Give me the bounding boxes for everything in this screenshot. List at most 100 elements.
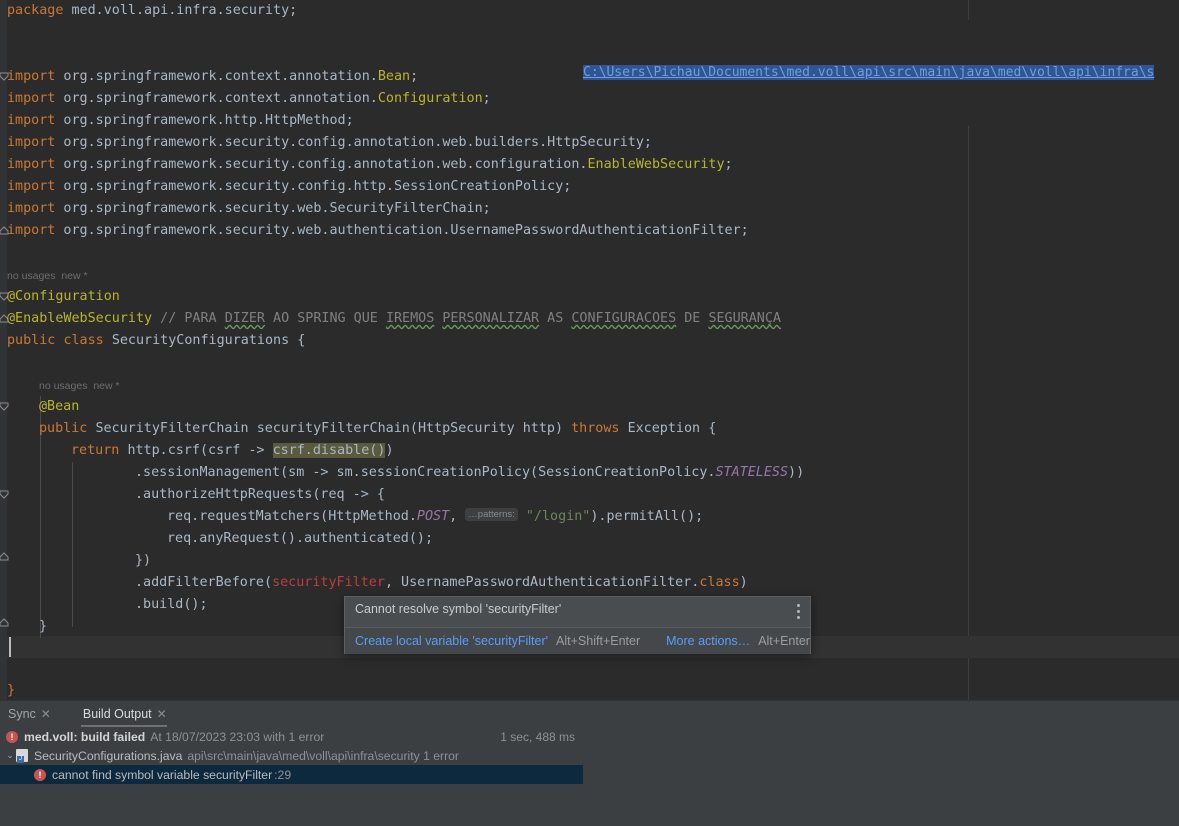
tab-sync-label: Sync xyxy=(8,707,36,721)
exception-type: Exception xyxy=(627,421,701,436)
build-file-name: SecurityConfigurations.java xyxy=(34,748,183,763)
import-symbol: EnableWebSecurity xyxy=(587,157,725,172)
code-line-annotation-bean: @Bean xyxy=(39,396,79,418)
create-local-variable-action[interactable]: Create local variable 'securityFilter' xyxy=(355,634,548,648)
param-name: http xyxy=(522,421,555,436)
tool-window-tabs: Sync ✕ Build Output ✕ xyxy=(0,701,1179,727)
keyword-return: return xyxy=(71,443,120,458)
inlay-usage-hint-method[interactable]: no usages new * xyxy=(39,379,120,393)
return-type: SecurityFilterChain xyxy=(95,421,249,436)
inlay-new: new * xyxy=(93,380,120,392)
close-icon[interactable]: ✕ xyxy=(41,708,51,720)
console-line-path[interactable]: C:\Users\Pichau\Documents\med.voll\api\s… xyxy=(583,62,1179,83)
code-line-session-management: .sessionManagement(sm -> sm.sessionCreat… xyxy=(135,462,804,484)
semicolon: ; xyxy=(740,223,749,238)
build-tree-row-error[interactable]: ! cannot find symbol variable securityFi… xyxy=(0,765,583,784)
open-brace: { xyxy=(297,333,306,348)
login-path-string: "/login" xyxy=(525,509,591,524)
session-management-call: .sessionManagement(sm -> sm.sessionCreat… xyxy=(135,465,716,480)
stateless-constant: STATELESS xyxy=(715,465,789,480)
popup-error-message: Cannot resolve symbol 'securityFilter' xyxy=(355,602,562,616)
inlay-parameter-hint[interactable]: …patterns: xyxy=(465,507,518,521)
package-name: med.voll.api.infra.security; xyxy=(63,3,298,18)
inlay-usage-hint-class[interactable]: no usages new * xyxy=(7,269,88,283)
import-path: org.springframework.security.config.http… xyxy=(55,179,564,194)
keyword-throws: throws xyxy=(571,421,620,436)
import-path: org.springframework.context.annotation. xyxy=(55,69,378,84)
comma: , xyxy=(449,509,466,524)
build-error-line: :29 xyxy=(274,767,292,782)
console-file-path-link[interactable]: C:\Users\Pichau\Documents\med.voll\api\s… xyxy=(583,65,1155,80)
paren-open: ( xyxy=(409,421,418,436)
semicolon: ; xyxy=(643,135,652,150)
close-brace: } xyxy=(39,619,48,634)
annotation-configuration: @Configuration xyxy=(7,289,120,304)
import-path: org.springframework.security.web.Securit… xyxy=(55,201,483,216)
code-line-import: import org.springframework.security.conf… xyxy=(7,176,571,198)
paren-close: )) xyxy=(788,465,805,480)
class-name: SecurityConfigurations xyxy=(111,333,290,348)
more-options-icon[interactable] xyxy=(797,604,801,620)
code-line-class-declaration: public class SecurityConfigurations { xyxy=(7,330,305,352)
inline-comment: // PARA DIZER AO SPRING QUE IREMOS PERSO… xyxy=(152,311,781,326)
tab-build-output-label: Build Output xyxy=(82,707,152,721)
post-constant: POST xyxy=(416,509,450,524)
highlighted-disable-call: csrf.disable() xyxy=(272,443,386,458)
import-path: org.springframework.security.config.anno… xyxy=(55,157,588,172)
build-tree-row-file[interactable]: ⌄ SecurityConfigurations.java api\src\ma… xyxy=(0,746,583,765)
bottom-tool-window: Sync ✕ Build Output ✕ ! med.voll: build … xyxy=(0,700,1179,826)
code-line-class-close: } xyxy=(7,680,15,700)
code-line-method-close: } xyxy=(39,616,47,638)
paren-close: ) xyxy=(555,421,564,436)
close-icon[interactable]: ✕ xyxy=(157,708,167,720)
chevron-down-icon[interactable]: ⌄ xyxy=(4,750,16,761)
intention-popup[interactable]: Cannot resolve symbol 'securityFilter' C… xyxy=(344,596,811,654)
build-root-detail: At 18/07/2023 23:03 with 1 error xyxy=(150,729,325,744)
semicolon: ; xyxy=(345,113,354,128)
close-brace: } xyxy=(7,683,16,698)
request-matchers-call: req.requestMatchers(HttpMethod. xyxy=(167,509,417,524)
import-path: org.springframework.http.HttpMethod xyxy=(55,113,346,128)
build-error-message: cannot find symbol variable securityFilt… xyxy=(52,767,273,782)
more-actions-shortcut: Alt+Enter xyxy=(758,634,810,648)
inlay-no-usages: no usages xyxy=(7,270,56,282)
open-brace: { xyxy=(708,421,717,436)
build-duration: 1 sec, 488 ms xyxy=(500,729,575,744)
error-icon: ! xyxy=(6,730,18,743)
build-file-path: api\src\main\java\med\voll\api\infra\sec… xyxy=(187,748,459,763)
build-tree-row-root[interactable]: ! med.voll: build failed At 18/07/2023 2… xyxy=(0,727,583,746)
code-line-return-csrf: return http.csrf(csrf -> csrf.disable()) xyxy=(71,440,394,462)
keyword-public: public xyxy=(7,333,56,348)
keyword-import: import xyxy=(7,157,56,172)
popup-actions-row: Create local variable 'securityFilter' A… xyxy=(345,628,810,654)
keyword-import: import xyxy=(7,69,56,84)
code-line-import: import org.springframework.security.web.… xyxy=(7,198,491,220)
keyword-package: package xyxy=(7,3,64,18)
authorize-call: .authorizeHttpRequests(req -> { xyxy=(135,487,385,502)
build-call: .build(); xyxy=(135,597,208,612)
annotation-bean: @Bean xyxy=(39,399,80,414)
build-output-tree[interactable]: ! med.voll: build failed At 18/07/2023 2… xyxy=(0,727,583,826)
import-symbol: Bean xyxy=(377,69,411,84)
csrf-call: http.csrf(csrf -> xyxy=(127,443,273,458)
code-line-build: .build(); xyxy=(135,594,208,616)
import-symbol: Configuration xyxy=(377,91,483,106)
ide-window: package med.voll.api.infra.security; imp… xyxy=(0,0,1179,826)
code-line-package: package med.voll.api.infra.security; xyxy=(7,0,297,22)
code-line-annotation-configuration: @Configuration xyxy=(7,286,120,308)
tab-build-output[interactable]: Build Output ✕ xyxy=(75,701,173,727)
unresolved-symbol-securityfilter[interactable]: securityFilter xyxy=(272,575,385,590)
build-console-output[interactable]: C:\Users\Pichau\Documents\med.voll\api\s… xyxy=(583,20,1179,126)
more-actions-link[interactable]: More actions… xyxy=(666,634,750,648)
import-path: org.springframework.security.web.authent… xyxy=(55,223,741,238)
inlay-new: new * xyxy=(61,270,88,282)
code-line-import: import org.springframework.http.HttpMeth… xyxy=(7,110,354,132)
keyword-import: import xyxy=(7,91,56,106)
code-line-lambda-close: }) xyxy=(135,550,151,572)
tab-sync[interactable]: Sync ✕ xyxy=(0,701,57,727)
code-line-request-matchers: req.requestMatchers(HttpMethod.POST, …pa… xyxy=(167,506,703,528)
build-root-title: med.voll: build failed xyxy=(24,729,146,744)
code-line-authorize-requests: .authorizeHttpRequests(req -> { xyxy=(135,484,385,506)
keyword-import: import xyxy=(7,201,56,216)
import-path: org.springframework.security.config.anno… xyxy=(55,135,644,150)
